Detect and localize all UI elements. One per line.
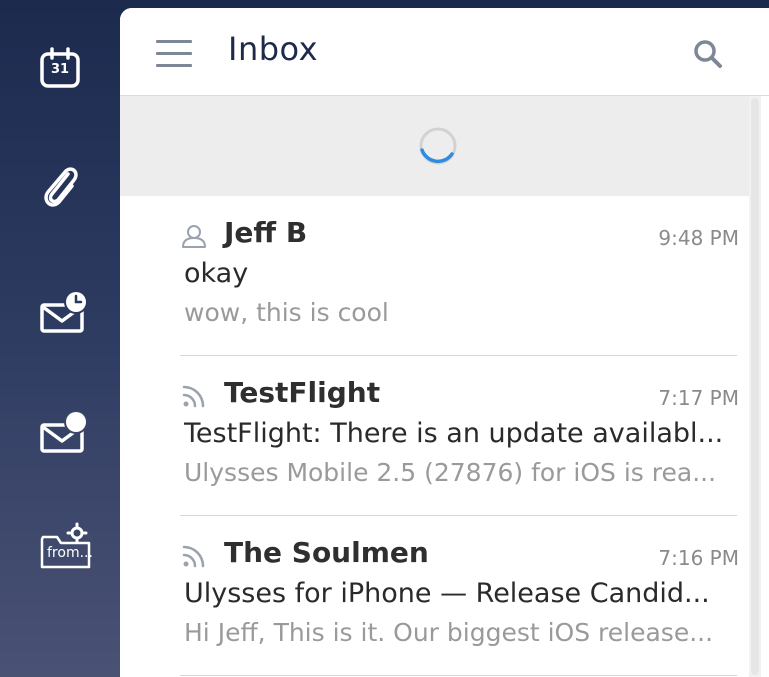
mail-unread-icon [40, 410, 88, 453]
page-title: Inbox [228, 30, 319, 68]
divider [180, 675, 737, 676]
smart-folder-label: from... [47, 545, 93, 561]
calendar-icon: 31 [38, 46, 82, 90]
scrollbar[interactable] [749, 96, 761, 677]
sidebar: 31 from... [0, 0, 120, 677]
message-item[interactable]: The Soulmen 7:16 PM Ulysses for iPhone —… [120, 516, 749, 676]
search-button[interactable] [690, 36, 726, 72]
rss-icon [182, 545, 205, 568]
message-subject: okay [184, 258, 249, 289]
message-preview: wow, this is cool [184, 298, 389, 327]
person-icon [182, 225, 206, 248]
message-time: 7:16 PM [658, 546, 739, 570]
message-list: Jeff B 9:48 PM okay wow, this is cool Te… [120, 196, 749, 676]
message-subject: TestFlight: There is an update availabl.… [184, 418, 724, 449]
message-item[interactable]: TestFlight 7:17 PM TestFlight: There is … [120, 356, 749, 516]
message-time: 9:48 PM [658, 226, 739, 250]
snoozed-mail-button[interactable] [30, 280, 90, 340]
message-item[interactable]: Jeff B 9:48 PM okay wow, this is cool [120, 196, 749, 356]
message-sender: Jeff B [224, 216, 308, 249]
paperclip-icon [44, 167, 78, 207]
loading-spinner-icon [419, 127, 457, 165]
message-preview: Ulysses Mobile 2.5 (27876) for iOS is re… [184, 458, 717, 487]
message-sender: The Soulmen [224, 536, 429, 569]
header: Inbox [120, 8, 769, 96]
message-time: 7:17 PM [658, 386, 739, 410]
scrollbar-thumb[interactable] [751, 98, 759, 675]
rss-icon [182, 385, 205, 408]
message-preview: Hi Jeff, This is it. Our biggest iOS rel… [184, 618, 714, 647]
attachments-button[interactable] [30, 156, 90, 216]
mail-clock-icon [40, 290, 88, 333]
pull-to-refresh-area [120, 96, 749, 196]
unread-mail-button[interactable] [30, 400, 90, 460]
search-icon [694, 40, 722, 68]
message-sender: TestFlight [224, 376, 381, 409]
message-subject: Ulysses for iPhone — Release Candid... [184, 578, 710, 609]
mail-panel: Inbox Jeff B 9:48 PM okay wow, this is c… [120, 8, 769, 677]
folder-gear-icon: from... [31, 521, 97, 571]
calendar-button[interactable]: 31 [30, 38, 90, 98]
smart-folder-button[interactable]: from... [28, 516, 100, 576]
menu-button[interactable] [154, 38, 194, 68]
calendar-day-number: 31 [50, 62, 70, 77]
